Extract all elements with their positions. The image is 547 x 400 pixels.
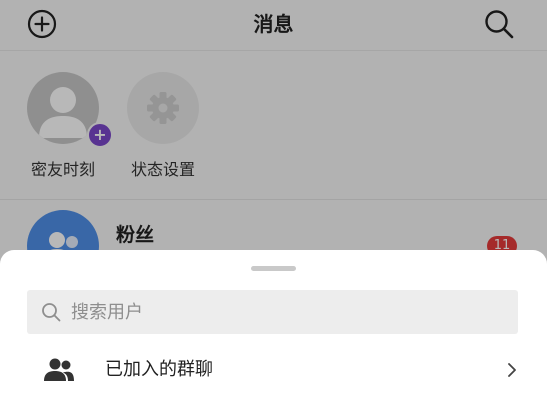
user-search-input[interactable] (71, 290, 501, 334)
group-icon (44, 358, 74, 381)
joined-groups-row[interactable]: 已加入的群聊 (0, 348, 547, 392)
search-icon (42, 303, 61, 322)
bottom-sheet: 已加入的群聊 (0, 250, 547, 400)
user-search-box[interactable] (27, 290, 518, 334)
joined-groups-label: 已加入的群聊 (105, 359, 213, 380)
sheet-drag-handle[interactable] (251, 266, 296, 271)
chevron-right-icon (508, 363, 516, 377)
